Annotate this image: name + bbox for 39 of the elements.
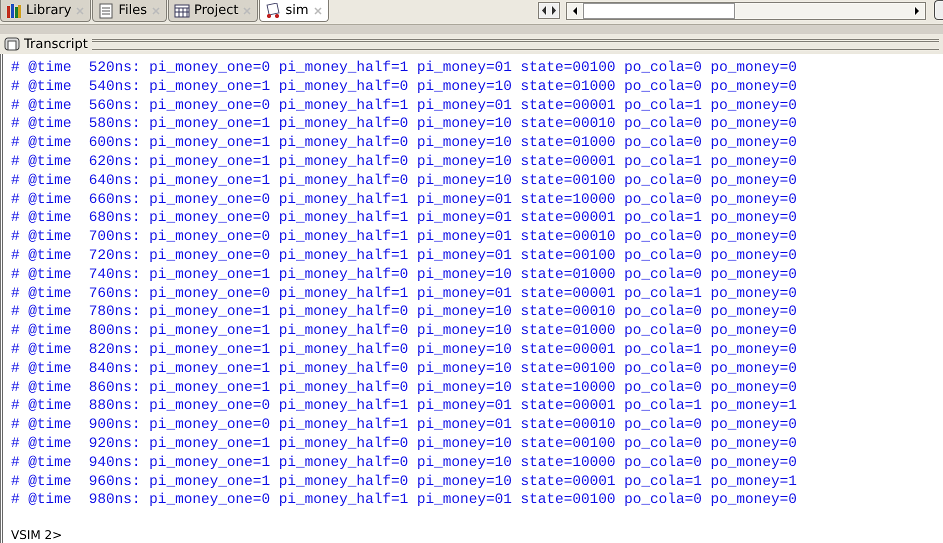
log-line: # @time 880ns: pi_money_one=0 pi_money_half=1 pi_money=01 state=00001 po_cola=1 po_money=1 <box>11 397 798 416</box>
toolbar-edge <box>934 0 943 20</box>
cart-icon <box>265 2 282 18</box>
panel-title: Transcript <box>24 36 88 52</box>
log-line: # @time 540ns: pi_money_one=1 pi_money_half=0 pi_money=10 state=01000 po_cola=0 po_money=0 <box>11 78 798 97</box>
log-line: # @time 840ns: pi_money_one=1 pi_money_half=0 pi_money=10 state=00100 po_cola=0 po_money=0 <box>11 360 798 379</box>
log-line: # @time 640ns: pi_money_one=1 pi_money_half=0 pi_money=10 state=00100 po_cola=0 po_money=0 <box>11 172 798 191</box>
tab[interactable]: sim <box>259 0 329 22</box>
tab[interactable]: Library <box>0 0 92 22</box>
log-line: # @time 660ns: pi_money_one=0 pi_money_half=1 pi_money=01 state=10000 po_cola=0 po_money=0 <box>11 190 798 210</box>
log-line: # @time 860ns: pi_money_one=1 pi_money_half=0 pi_money=10 state=10000 po_cola=0 po_money=0 <box>11 378 798 398</box>
log-line: # @time 780ns: pi_money_one=1 pi_money_half=0 pi_money=10 state=00010 po_cola=0 po_money=0 <box>11 303 798 322</box>
log-line: # @time 760ns: pi_money_one=0 pi_money_half=1 pi_money=01 state=00001 po_cola=1 po_money=0 <box>11 284 798 304</box>
log-line: # @time 980ns: pi_money_one=0 pi_money_half=1 pi_money=01 state=00100 po_cola=0 po_money=0 <box>11 491 798 510</box>
log-line: # @time 800ns: pi_money_one=1 pi_money_half=0 pi_money=10 state=01000 po_cola=0 po_money=0 <box>11 322 798 341</box>
log-line: # @time 700ns: pi_money_one=0 pi_money_half=1 pi_money=01 state=00010 po_cola=0 po_money=0 <box>11 228 798 247</box>
scrollbar-thumb[interactable] <box>583 3 735 19</box>
log-line: # @time 580ns: pi_money_one=1 pi_money_half=0 pi_money=10 state=00010 po_cola=0 po_money=0 <box>11 115 798 134</box>
grid-icon <box>174 2 190 18</box>
log-line: # @time 940ns: pi_money_one=1 pi_money_half=0 pi_money=10 state=10000 po_cola=0 po_money=0 <box>11 454 798 473</box>
tab[interactable]: Files <box>92 0 167 22</box>
log-line: # @time 600ns: pi_money_one=1 pi_money_half=0 pi_money=10 state=01000 po_cola=0 po_money=0 <box>11 134 798 153</box>
log-line: # @time 960ns: pi_money_one=1 pi_money_half=0 pi_money=10 state=00001 po_cola=1 po_money=1 <box>11 472 798 492</box>
log-line: # @time 740ns: pi_money_one=1 pi_money_half=0 pi_money=10 state=01000 po_cola=0 po_money=0 <box>11 266 798 285</box>
horizontal-scrollbar[interactable] <box>566 2 926 20</box>
command-prompt[interactable]: VSIM 2> <box>11 528 943 542</box>
transcript-icon <box>4 36 20 52</box>
log-line: # @time 520ns: pi_money_one=0 pi_money_half=1 pi_money=01 state=00100 po_cola=0 po_money=0 <box>11 59 798 78</box>
log-line: # @time 900ns: pi_money_one=0 pi_money_half=1 pi_money=01 state=00010 po_cola=0 po_money=0 <box>11 416 798 435</box>
books-icon <box>6 2 22 18</box>
log-line: # @time 620ns: pi_money_one=1 pi_money_half=0 pi_money=10 state=00001 po_cola=1 po_money=0 <box>11 152 798 172</box>
log-line: # @time 820ns: pi_money_one=1 pi_money_half=0 pi_money=10 state=00001 po_cola=1 po_money=0 <box>11 340 798 360</box>
document-icon <box>98 2 114 18</box>
log-line: # @time 560ns: pi_money_one=0 pi_money_half=1 pi_money=01 state=00001 po_cola=1 po_money=0 <box>11 96 798 116</box>
tab[interactable]: Project <box>168 0 258 22</box>
log-line: # @time 920ns: pi_money_one=1 pi_money_half=0 pi_money=10 state=00100 po_cola=0 po_money=0 <box>11 434 798 454</box>
log-line: # @time 680ns: pi_money_one=0 pi_money_half=1 pi_money=01 state=00001 po_cola=1 po_money=0 <box>11 209 798 228</box>
close-icon[interactable] <box>312 6 323 16</box>
log-line: # @time 720ns: pi_money_one=0 pi_money_half=1 pi_money=01 state=00100 po_cola=0 po_money=0 <box>11 246 798 266</box>
